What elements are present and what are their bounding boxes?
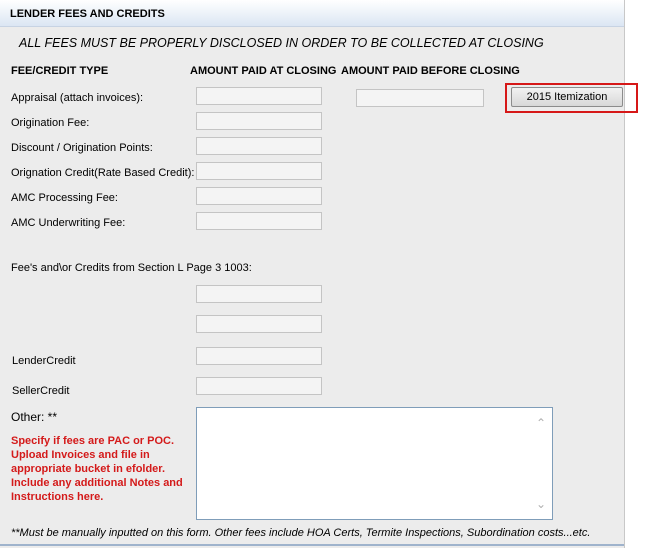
scroll-up-icon[interactable]: ⌃ — [536, 416, 546, 430]
other-notes-textarea[interactable]: ⌃ ⌄ — [196, 407, 553, 520]
footer-note: **Must be manually inputted on this form… — [11, 527, 591, 539]
appraisal-before-closing-field[interactable] — [356, 89, 484, 107]
amc-underwriting-fee-field[interactable] — [196, 212, 322, 230]
itemization-button[interactable]: 2015 Itemization — [511, 87, 623, 107]
column-header-type: FEE/CREDIT TYPE — [11, 65, 109, 77]
amc-processing-fee-label: AMC Processing Fee: — [11, 192, 118, 204]
origination-credit-field[interactable] — [196, 162, 322, 180]
lender-credit-label: LenderCredit — [12, 355, 76, 367]
origination-fee-label: Origination Fee: — [11, 117, 90, 129]
discount-points-field[interactable] — [196, 137, 322, 155]
section-l-field-2[interactable] — [196, 315, 322, 333]
section-title: LENDER FEES AND CREDITS — [10, 8, 165, 20]
seller-credit-label: SellerCredit — [12, 385, 70, 397]
lender-credit-field[interactable] — [196, 347, 322, 365]
disclosure-subtitle: ALL FEES MUST BE PROPERLY DISCLOSED IN O… — [19, 36, 544, 50]
bottom-divider — [0, 544, 624, 546]
column-header-at-closing: AMOUNT PAID AT CLOSING — [190, 65, 337, 77]
origination-fee-field[interactable] — [196, 112, 322, 130]
instructions-note: Specify if fees are PAC or POC. Upload I… — [11, 435, 183, 503]
scroll-down-icon[interactable]: ⌄ — [536, 497, 546, 511]
seller-credit-field[interactable] — [196, 377, 322, 395]
amc-processing-fee-field[interactable] — [196, 187, 322, 205]
appraisal-at-closing-field[interactable] — [196, 87, 322, 105]
appraisal-label: Appraisal (attach invoices): — [11, 92, 144, 104]
section-l-label: Fee's and\or Credits from Section L Page… — [11, 262, 252, 274]
amc-underwriting-fee-label: AMC Underwriting Fee: — [11, 217, 126, 229]
column-header-before-closing: AMOUNT PAID BEFORE CLOSING — [341, 65, 520, 77]
section-l-field-1[interactable] — [196, 285, 322, 303]
other-label: Other: ** — [11, 410, 58, 424]
origination-credit-label: Orignation Credit(Rate Based Credit): — [11, 167, 195, 179]
discount-points-label: Discount / Origination Points: — [11, 142, 153, 154]
